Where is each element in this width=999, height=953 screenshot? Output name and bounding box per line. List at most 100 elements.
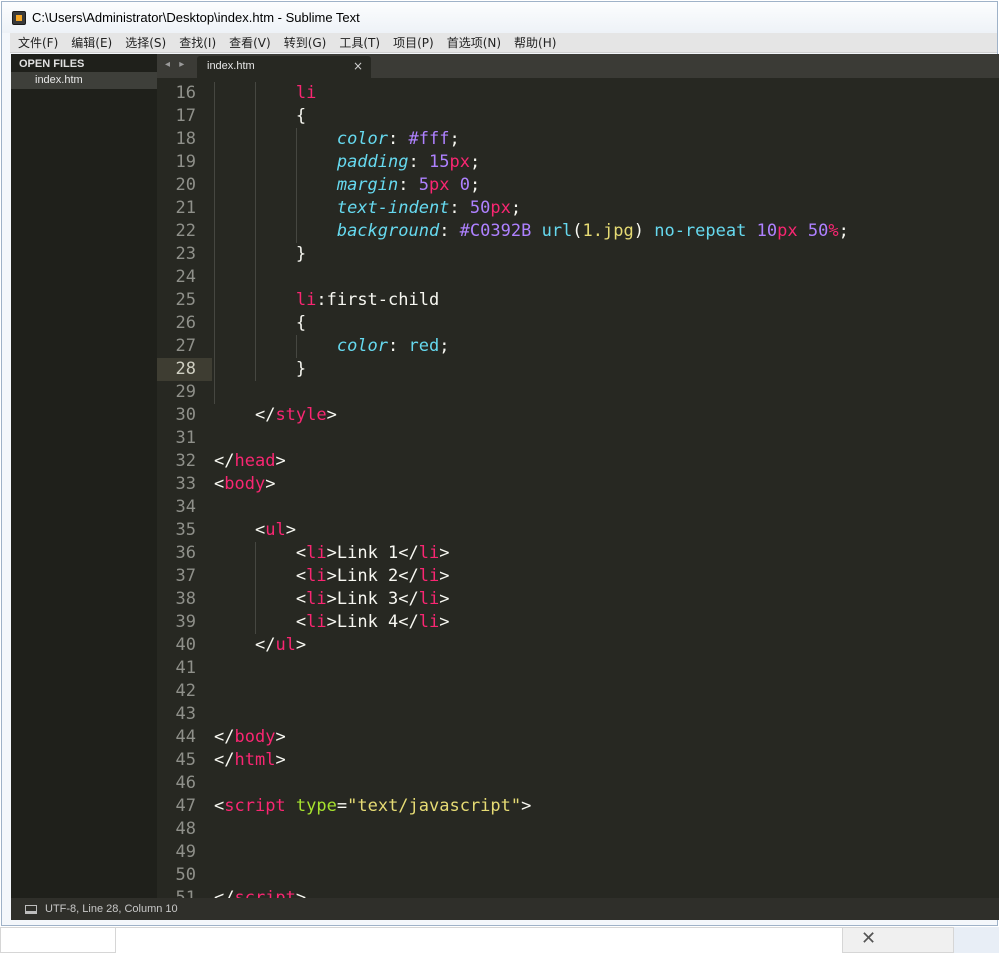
code-token: #fff [408, 129, 450, 149]
code-line[interactable]: <script type="text/javascript"> [214, 795, 994, 818]
code-token: < [214, 796, 225, 816]
code-token: li [306, 543, 327, 563]
code-line[interactable] [214, 841, 994, 864]
code-line[interactable]: </script> [214, 887, 994, 898]
code-token: 50 [807, 221, 829, 241]
code-token: ; [469, 175, 481, 195]
code-line[interactable] [214, 818, 994, 841]
code-line[interactable]: li [214, 82, 994, 105]
code-token: { [295, 106, 307, 126]
panel-toggle-icon[interactable] [25, 904, 37, 914]
code-token: li [418, 543, 440, 563]
code-token: ; [469, 152, 481, 172]
code-line[interactable]: background: #C0392B url(1.jpg) no-repeat… [214, 220, 994, 243]
status-text: UTF-8, Line 28, Column 10 [45, 903, 178, 915]
code-line[interactable]: <body> [214, 473, 994, 496]
line-number: 44 [175, 727, 196, 747]
code-token: > [326, 405, 337, 425]
code-line[interactable] [214, 772, 994, 795]
code-line[interactable] [214, 427, 994, 450]
menu-view[interactable]: 查看(V) [229, 34, 271, 51]
code-token: > [439, 589, 450, 609]
line-number: 20 [175, 175, 196, 195]
code-token: head [234, 451, 276, 471]
tab-bar: ◂ ▸ index.htm × [157, 54, 999, 78]
line-number: 28 [157, 358, 212, 381]
code-token: </ [214, 727, 235, 747]
tab-scroll-arrows-icon[interactable]: ◂ ▸ [165, 59, 187, 70]
code-line[interactable] [214, 657, 994, 680]
line-number: 21 [175, 198, 196, 218]
menu-preferences[interactable]: 首选项(N) [447, 34, 501, 51]
code-token: </ [214, 451, 235, 471]
tab-index-htm[interactable]: index.htm × [197, 56, 371, 78]
line-number: 27 [175, 336, 196, 356]
code-line[interactable]: text-indent: 50px; [214, 197, 994, 220]
menu-selection[interactable]: 选择(S) [125, 34, 166, 51]
code-token: color [336, 129, 389, 149]
code-token: 0 [459, 175, 470, 195]
line-number: 22 [175, 221, 196, 241]
code-line[interactable]: </html> [214, 749, 994, 772]
menu-help[interactable]: 帮助(H) [514, 34, 556, 51]
code-line[interactable] [214, 703, 994, 726]
line-number: 51 [175, 888, 196, 898]
code-line[interactable]: li:first-child [214, 289, 994, 312]
code-line[interactable]: </ul> [214, 634, 994, 657]
code-line[interactable]: margin: 5px 0; [214, 174, 994, 197]
bottom-panel-left [0, 927, 116, 953]
close-icon[interactable]: ✕ [861, 928, 876, 949]
sidebar-file-index[interactable]: index.htm [11, 72, 157, 89]
code-line[interactable]: { [214, 105, 994, 128]
code-token: style [275, 405, 327, 425]
code-line[interactable]: <li>Link 2</li> [214, 565, 994, 588]
code-line[interactable]: <ul> [214, 519, 994, 542]
code-line[interactable]: <li>Link 1</li> [214, 542, 994, 565]
line-number: 26 [175, 313, 196, 333]
code-line[interactable]: <li>Link 4</li> [214, 611, 994, 634]
code-token: > [275, 750, 286, 770]
menu-edit[interactable]: 编辑(E) [71, 34, 112, 51]
code-token: ( [572, 221, 583, 241]
code-token: > [439, 543, 450, 563]
code-token: > [295, 635, 307, 655]
menu-tools[interactable]: 工具(T) [339, 34, 380, 51]
code-line[interactable]: padding: 15px; [214, 151, 994, 174]
code-line[interactable] [214, 496, 994, 519]
code-line[interactable]: <li>Link 3</li> [214, 588, 994, 611]
code-token: ; [449, 129, 460, 149]
menu-find[interactable]: 查找(I) [179, 34, 216, 51]
code-line[interactable]: } [214, 358, 994, 381]
code-editor[interactable]: 16 17 18 19 20 21 22 23 24 25 26 27 28 29 30 31 32 33 34 35… [157, 78, 999, 898]
line-number: 35 [175, 520, 196, 540]
code-line[interactable]: } [214, 243, 994, 266]
code-token: px [777, 221, 798, 241]
code-token: padding [336, 152, 409, 172]
tab-close-icon[interactable]: × [353, 59, 363, 73]
menu-file[interactable]: 文件(F) [18, 34, 58, 51]
code-line[interactable]: </head> [214, 450, 994, 473]
code-line[interactable] [214, 266, 994, 289]
code-line[interactable]: color: red; [214, 335, 994, 358]
code-line[interactable] [214, 864, 994, 887]
code-line[interactable] [214, 680, 994, 703]
code-token: ; [439, 336, 450, 356]
code-line[interactable]: { [214, 312, 994, 335]
line-number: 45 [175, 750, 196, 770]
line-number: 42 [175, 681, 196, 701]
code-line[interactable] [214, 381, 994, 404]
code-line[interactable]: color: #fff; [214, 128, 994, 151]
status-bar: UTF-8, Line 28, Column 10 [11, 898, 999, 920]
code-line[interactable]: </style> [214, 404, 994, 427]
menu-goto[interactable]: 转到(G) [284, 34, 327, 51]
menu-project[interactable]: 项目(P) [393, 34, 434, 51]
line-number: 43 [175, 704, 196, 724]
code-token: } [295, 359, 307, 379]
code-token: color [336, 336, 389, 356]
code-area[interactable]: li { color: #fff; padding: 15px; margin:… [214, 82, 994, 898]
title-bar[interactable]: C:\Users\Administrator\Desktop\index.htm… [2, 2, 997, 33]
line-number: 38 [175, 589, 196, 609]
code-line[interactable]: </body> [214, 726, 994, 749]
